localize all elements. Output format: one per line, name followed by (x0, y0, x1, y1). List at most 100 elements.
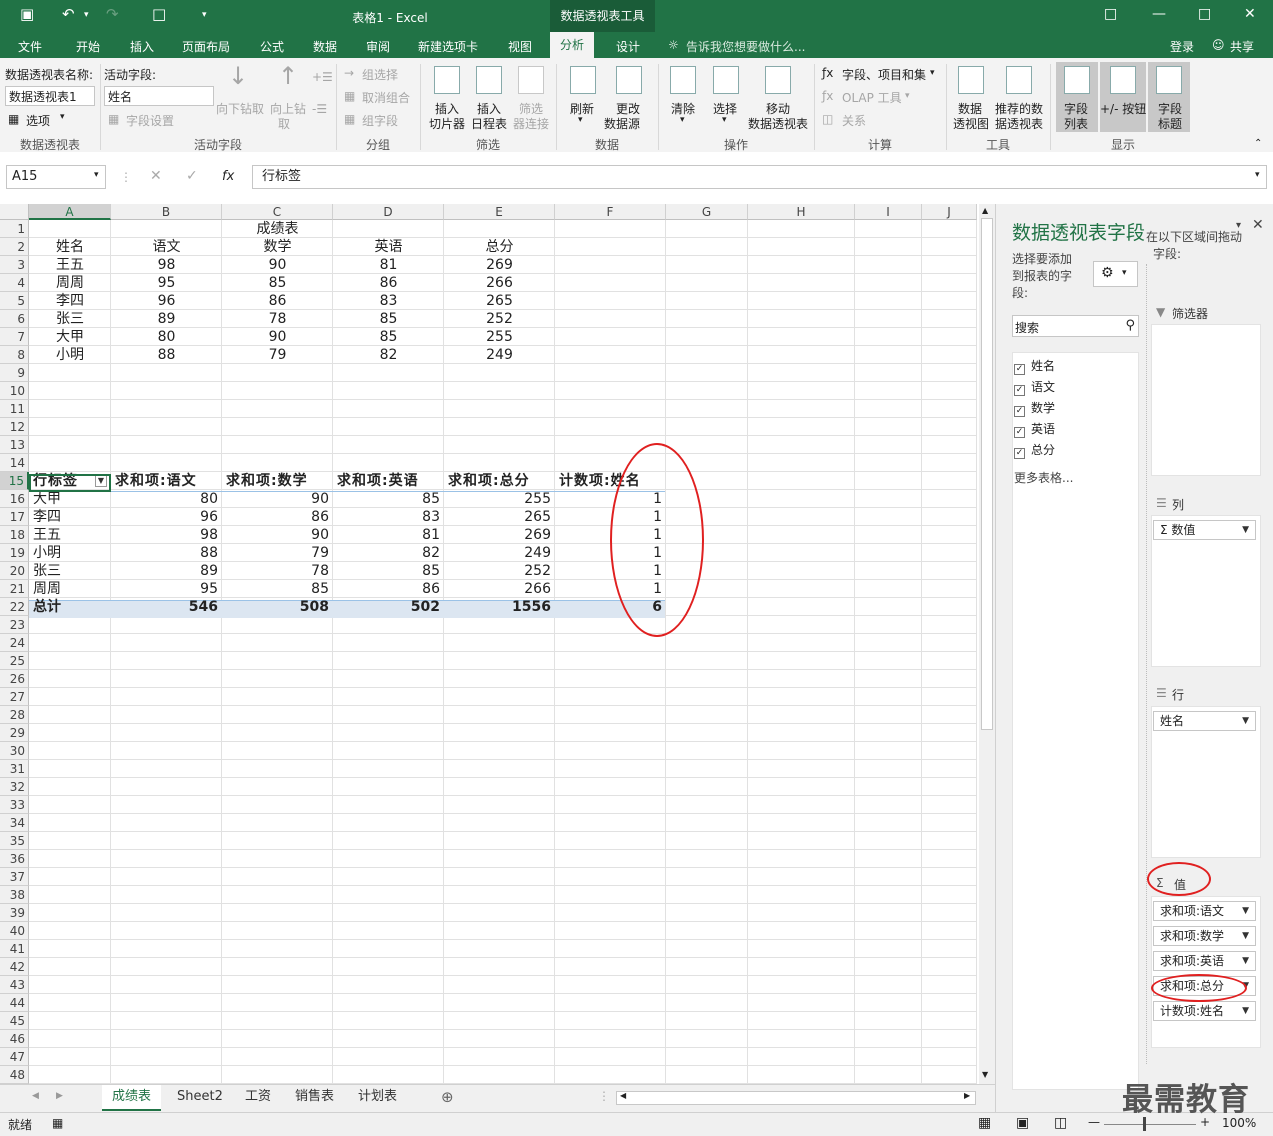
table-cell[interactable]: 88 (111, 346, 222, 364)
expand-formula-icon[interactable]: ▾ (1255, 170, 1260, 180)
filters-zone[interactable] (1151, 324, 1261, 476)
table-header-cell[interactable]: 数学 (222, 238, 333, 256)
pivot-cell[interactable]: 98 (115, 526, 218, 544)
sheet-tab-plan[interactable]: 计划表 (348, 1085, 407, 1109)
pane-tools-button[interactable]: ⚙ ▾ (1093, 261, 1138, 287)
table-cell[interactable]: 85 (222, 274, 333, 292)
checkbox-icon[interactable]: ✓ (1014, 427, 1025, 438)
tab-home[interactable]: 开始 (76, 38, 100, 55)
pane-close-icon[interactable]: ✕ (1252, 217, 1264, 233)
row-header[interactable]: 6 (0, 310, 29, 328)
row-header[interactable]: 42 (0, 958, 29, 976)
pivot-cell[interactable]: 81 (337, 526, 440, 544)
row-header[interactable]: 13 (0, 436, 29, 454)
table-cell[interactable]: 79 (222, 346, 333, 364)
fields-items-button[interactable]: 字段、项目和集 (842, 66, 926, 83)
row-header[interactable]: 20 (0, 562, 29, 580)
row-header[interactable]: 18 (0, 526, 29, 544)
tab-formulas[interactable]: 公式 (260, 38, 284, 55)
login-link[interactable]: 登录 (1170, 38, 1194, 55)
checkbox-icon[interactable]: ✓ (1014, 406, 1025, 417)
plus-minus-buttons-button[interactable]: +/- 按钮 (1100, 100, 1146, 117)
column-header[interactable]: A (29, 204, 111, 220)
vertical-scrollbar[interactable]: ▲ ▼ (979, 204, 995, 1084)
column-header[interactable]: I (855, 204, 922, 220)
row-header[interactable]: 34 (0, 814, 29, 832)
column-header[interactable]: E (444, 204, 555, 220)
row-header[interactable]: 19 (0, 544, 29, 562)
active-field-input[interactable]: 姓名 (104, 86, 214, 106)
field-item-english[interactable]: ✓ 英语 (1014, 420, 1055, 438)
row-header[interactable]: 8 (0, 346, 29, 364)
column-header[interactable]: J (922, 204, 977, 220)
pivot-cell[interactable]: 265 (448, 508, 551, 526)
pivot-cell[interactable]: 255 (448, 490, 551, 508)
field-item-chinese[interactable]: ✓ 语文 (1014, 378, 1055, 396)
row-header[interactable]: 7 (0, 328, 29, 346)
pivot-total-cell[interactable]: 508 (226, 598, 329, 616)
row-header[interactable]: 47 (0, 1048, 29, 1066)
row-header[interactable]: 17 (0, 508, 29, 526)
olap-tools-button[interactable]: OLAP 工具 (842, 89, 902, 106)
pivot-name-input[interactable]: 数据透视表1 (5, 86, 95, 106)
row-header[interactable]: 43 (0, 976, 29, 994)
table-cell[interactable]: 255 (444, 328, 555, 346)
row-header[interactable]: 31 (0, 760, 29, 778)
tab-design[interactable]: 设计 (616, 38, 640, 55)
options-dropdown-icon[interactable]: ▾ (60, 112, 65, 122)
maximize-button[interactable]: □ (1198, 6, 1211, 22)
row-header[interactable]: 48 (0, 1066, 29, 1084)
pivot-header-cell[interactable]: 求和项:数学 (226, 472, 329, 490)
pivot-cell[interactable]: 王五 (33, 526, 107, 544)
pivot-cell[interactable]: 83 (337, 508, 440, 526)
values-item-sum-english[interactable]: 求和项:英语 ▼ (1153, 951, 1256, 971)
tab-review[interactable]: 审阅 (366, 38, 390, 55)
pivot-cell[interactable]: 90 (226, 526, 329, 544)
ribbon-display-icon[interactable]: □ (1104, 6, 1117, 22)
select-dropdown-icon[interactable]: ▾ (722, 115, 727, 125)
pivot-header-cell[interactable]: 求和项:语文 (115, 472, 218, 490)
row-header[interactable]: 27 (0, 688, 29, 706)
table-cell[interactable]: 78 (222, 310, 333, 328)
values-item-count-name[interactable]: 计数项:姓名 ▼ (1153, 1001, 1256, 1021)
row-header[interactable]: 9 (0, 364, 29, 382)
tab-analyze[interactable]: 分析 (550, 32, 595, 58)
row-header[interactable]: 15 (0, 472, 29, 490)
table-cell[interactable]: 王五 (29, 256, 111, 274)
columns-item-values[interactable]: Σ 数值 ▼ (1153, 520, 1256, 540)
options-button[interactable]: 选项 (26, 112, 50, 129)
column-header[interactable]: G (666, 204, 748, 220)
pivot-cell[interactable]: 小明 (33, 544, 107, 562)
pivot-header-cell[interactable]: 求和项:英语 (337, 472, 440, 490)
pivot-cell[interactable]: 266 (448, 580, 551, 598)
expand-field-icon[interactable]: +☰ (312, 70, 333, 84)
refresh-dropdown-icon[interactable]: ▾ (578, 115, 583, 125)
tab-page-layout[interactable]: 页面布局 (182, 38, 230, 55)
pivot-cell[interactable]: 86 (226, 508, 329, 526)
prev-sheet-icon[interactable]: ◀ (32, 1091, 39, 1101)
pivot-cell[interactable]: 95 (115, 580, 218, 598)
add-sheet-icon[interactable]: ⊕ (441, 1088, 454, 1106)
checkbox-icon[interactable]: ✓ (1014, 385, 1025, 396)
table-cell[interactable]: 86 (333, 274, 444, 292)
relationships-button[interactable]: 关系 (842, 112, 866, 129)
table-cell[interactable]: 98 (111, 256, 222, 274)
normal-view-icon[interactable]: ▦ (978, 1115, 991, 1131)
chevron-down-icon[interactable]: ▼ (1242, 1002, 1249, 1020)
pivot-cell[interactable]: 79 (226, 544, 329, 562)
sheet-tab-scores[interactable]: 成绩表 (102, 1085, 162, 1111)
zoom-out-icon[interactable]: — (1088, 1115, 1100, 1129)
row-header[interactable]: 11 (0, 400, 29, 418)
row-header[interactable]: 5 (0, 292, 29, 310)
pivot-cell[interactable]: 85 (337, 490, 440, 508)
pivot-cell[interactable]: 80 (115, 490, 218, 508)
zoom-slider[interactable] (1104, 1124, 1196, 1125)
table-cell[interactable]: 85 (333, 310, 444, 328)
name-box[interactable]: A15 (6, 165, 106, 189)
row-header[interactable]: 4 (0, 274, 29, 292)
sheet-tab-salary[interactable]: 工资 (235, 1085, 281, 1109)
customize-toolbar-icon[interactable]: ▾ (202, 10, 207, 20)
tell-me-box[interactable]: 告诉我您想要做什么... (686, 38, 805, 55)
column-header[interactable]: B (111, 204, 222, 220)
scroll-up-icon[interactable]: ▲ (982, 206, 988, 215)
